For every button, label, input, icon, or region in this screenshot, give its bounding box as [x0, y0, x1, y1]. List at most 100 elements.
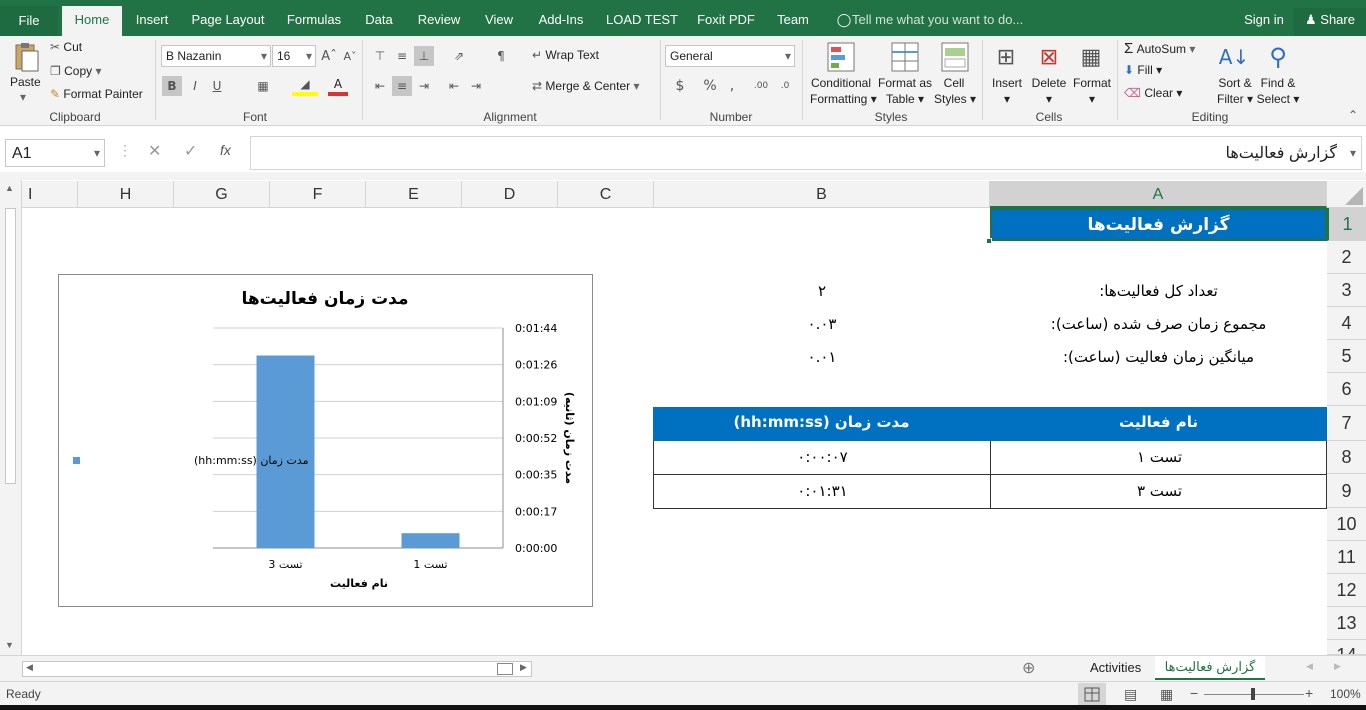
row-header-10[interactable]: 10	[1327, 508, 1366, 541]
comma-button[interactable]: ,	[722, 76, 742, 96]
column-header-g[interactable]: G	[174, 181, 270, 208]
shrink-font-icon[interactable]: Aˇ	[341, 46, 359, 66]
fill-button[interactable]: ⬇ Fill ▾	[1124, 63, 1162, 77]
table-cell-activity[interactable]: تست ۳	[991, 482, 1328, 500]
tab-insert[interactable]: Insert	[128, 8, 176, 36]
scroll-thumb[interactable]	[497, 663, 513, 675]
tab-scroll-left-icon[interactable]: ◀	[1306, 661, 1313, 672]
vertical-scrollbar[interactable]: ▲ ▼	[0, 180, 22, 655]
zoom-slider-thumb[interactable]	[1251, 688, 1255, 700]
tab-page-layout[interactable]: Page Layout	[186, 8, 270, 36]
row-header-11[interactable]: 11	[1327, 541, 1366, 574]
row-header-3[interactable]: 3	[1327, 274, 1366, 307]
cell-styles-icon[interactable]	[940, 40, 970, 74]
table-cell-activity[interactable]: تست ۱	[991, 448, 1328, 466]
orientation-icon[interactable]: ⇗	[446, 46, 472, 66]
align-left-icon[interactable]: ⇤	[370, 76, 390, 96]
tab-review[interactable]: Review	[410, 8, 468, 36]
normal-view-icon[interactable]	[1078, 683, 1106, 707]
tab-foxit-pdf[interactable]: Foxit PDF	[692, 8, 760, 36]
merge-center-button[interactable]: ⇄ Merge & Center ▾	[532, 79, 639, 93]
wrap-text-button[interactable]: ↵ Wrap Text	[532, 48, 599, 62]
collapse-ribbon-icon[interactable]: ⌃	[1348, 108, 1358, 122]
share-button[interactable]: ♟ Share	[1294, 8, 1366, 36]
align-right-icon[interactable]: ⇥	[414, 76, 434, 96]
tab-data[interactable]: Data	[358, 8, 400, 36]
zoom-level[interactable]: 100%	[1330, 687, 1361, 701]
zoom-in-icon[interactable]: +	[1305, 685, 1313, 701]
tab-view[interactable]: View	[478, 8, 520, 36]
column-header-d[interactable]: D	[462, 181, 558, 208]
zoom-out-icon[interactable]: −	[1190, 685, 1198, 701]
cut-button[interactable]: ✂ Cut	[50, 40, 82, 54]
decrease-indent-icon[interactable]: ⇤	[444, 76, 464, 96]
increase-indent-icon[interactable]: ⇥	[466, 76, 486, 96]
horizontal-scrollbar[interactable]: ◀ ▶	[22, 661, 532, 677]
delete-cells-icon[interactable]: ⊠	[1034, 40, 1064, 74]
find-select-icon[interactable]: ⚲	[1262, 40, 1294, 74]
format-as-table-icon[interactable]	[890, 40, 920, 74]
borders-icon[interactable]: ▦	[250, 76, 276, 96]
scroll-thumb[interactable]	[5, 208, 16, 484]
decrease-decimal-button[interactable]: .0	[774, 76, 796, 96]
autosum-button[interactable]: Σ AutoSum ▾	[1124, 40, 1195, 57]
insert-cells-button[interactable]: Insert ▾	[990, 75, 1024, 107]
grow-font-icon[interactable]: Aˆ	[320, 46, 338, 66]
name-box[interactable]: A1 ▾	[5, 139, 105, 167]
scroll-down-icon[interactable]: ▼	[5, 640, 14, 650]
paste-button[interactable]: Paste	[10, 75, 41, 89]
format-cells-icon[interactable]: ▦	[1076, 40, 1106, 74]
row-header-7[interactable]: 7	[1327, 406, 1366, 441]
column-header-i[interactable]: I	[22, 181, 78, 208]
sort-filter-icon[interactable]: A↓	[1218, 40, 1250, 74]
row-header-9[interactable]: 9	[1327, 474, 1366, 508]
percent-button[interactable]: %	[700, 76, 720, 96]
tab-home[interactable]: Home	[62, 6, 122, 36]
enter-icon[interactable]: ✓	[184, 141, 197, 161]
clear-button[interactable]: ⌫ Clear ▾	[1124, 86, 1182, 100]
column-header-f[interactable]: F	[270, 181, 366, 208]
underline-button[interactable]: U	[207, 76, 227, 96]
row-header-13[interactable]: 13	[1327, 607, 1366, 640]
cell-styles-button[interactable]: Cell Styles ▾	[934, 75, 976, 107]
chart-bar[interactable]	[256, 355, 315, 549]
row-header-14[interactable]: 14	[1327, 640, 1366, 655]
formula-input[interactable]: گزارش فعالیت‌ها ▾	[250, 136, 1362, 170]
insert-function-icon[interactable]: fx	[220, 142, 231, 158]
table-cell-duration[interactable]: ۰:۰۱:۳۱	[654, 482, 991, 500]
add-sheet-icon[interactable]: ⊕	[1022, 658, 1035, 678]
column-header-e[interactable]: E	[366, 181, 462, 208]
page-layout-view-icon[interactable]: ▤	[1124, 686, 1137, 703]
sheet-tab-activities[interactable]: Activities	[1090, 660, 1141, 675]
increase-decimal-button[interactable]: .00	[750, 76, 772, 96]
align-middle-icon[interactable]: ≡	[392, 46, 412, 66]
title-cell[interactable]: گزارش فعالیت‌ها	[990, 208, 1327, 241]
font-name-select[interactable]: B Nazanin ▾	[161, 45, 271, 67]
tab-team[interactable]: Team	[770, 8, 816, 36]
font-color-icon[interactable]: A	[328, 76, 348, 96]
align-center-icon[interactable]: ≡	[392, 76, 412, 96]
sheet-tab-active[interactable]: گزارش فعالیت‌ها	[1155, 656, 1265, 680]
row-header-12[interactable]: 12	[1327, 574, 1366, 607]
delete-cells-button[interactable]: Delete ▾	[1031, 75, 1067, 107]
insert-cells-icon[interactable]: ⊞	[991, 40, 1021, 74]
chart-container[interactable]: مدت زمان فعالیت‌ها 0:00:00 0:00:17 0:00:35…	[58, 274, 593, 607]
page-break-view-icon[interactable]: ▦	[1160, 686, 1173, 703]
cancel-icon[interactable]: ✕	[148, 141, 161, 161]
number-format-select[interactable]: General ▾	[665, 45, 795, 67]
sort-filter-button[interactable]: Sort & Filter ▾	[1214, 75, 1256, 107]
chart-bar[interactable]	[401, 533, 460, 548]
conditional-formatting-icon[interactable]	[826, 40, 856, 74]
fill-handle[interactable]	[986, 238, 992, 244]
chevron-down-icon[interactable]: ▾	[20, 90, 26, 104]
column-header-b[interactable]: B	[654, 181, 990, 208]
row-header-6[interactable]: 6	[1327, 373, 1366, 406]
text-direction-icon[interactable]: ¶	[488, 46, 514, 66]
font-size-select[interactable]: 16 ▾	[272, 45, 316, 67]
paste-icon[interactable]	[10, 40, 42, 74]
column-header-c[interactable]: C	[558, 181, 654, 208]
tab-scroll-right-icon[interactable]: ▶	[1334, 661, 1341, 672]
bold-button[interactable]: B	[162, 76, 182, 96]
align-top-icon[interactable]: ⊤	[370, 46, 390, 66]
align-bottom-icon[interactable]: ⊥	[414, 46, 434, 66]
